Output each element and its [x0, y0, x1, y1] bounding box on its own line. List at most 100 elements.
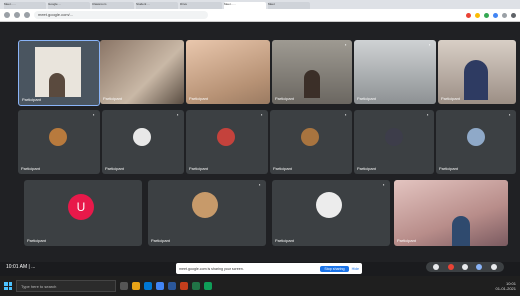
meeting-controls	[426, 262, 504, 272]
participant-name: Participant	[273, 166, 292, 171]
camera-icon[interactable]	[461, 264, 468, 270]
screen-share-banner: meet.google.com is sharing your screen. …	[176, 263, 362, 274]
mic-off-icon: ▪	[93, 112, 95, 117]
participant-name: Participant	[439, 166, 458, 171]
task-view-icon[interactable]	[120, 282, 128, 290]
participant-name: Participant	[357, 166, 376, 171]
hide-banner-button[interactable]: Hide	[352, 267, 359, 271]
clock-date: 01-01-2021	[495, 286, 516, 291]
extension-icon[interactable]	[475, 12, 480, 18]
video-feed	[186, 40, 270, 104]
taskbar-search-input[interactable]: Type here to search	[16, 280, 116, 292]
participant-name: Participant	[22, 97, 41, 102]
person-silhouette	[464, 60, 488, 100]
profile-icon[interactable]	[502, 12, 507, 18]
mic-off-icon: ▪	[345, 112, 347, 117]
participant-tile[interactable]: ▪ Participant	[272, 40, 352, 104]
reload-icon[interactable]	[24, 12, 30, 18]
video-feed	[354, 40, 436, 104]
browser-tab[interactable]: Drive	[180, 2, 222, 9]
participant-tile[interactable]: Participant	[100, 40, 184, 104]
participant-tile[interactable]: Participant	[18, 40, 100, 106]
mic-off-icon: ▪	[261, 112, 263, 117]
more-options-icon[interactable]	[490, 264, 497, 270]
participant-tile[interactable]: Participant	[394, 180, 508, 246]
mic-icon[interactable]	[433, 264, 440, 270]
participant-name: Participant	[151, 238, 170, 243]
participant-tile[interactable]: ▪ Participant	[436, 110, 516, 174]
meet-icon[interactable]	[204, 282, 212, 290]
participant-name: Participant	[27, 238, 46, 243]
edge-icon[interactable]	[144, 282, 152, 290]
avatar	[133, 128, 151, 146]
video-feed	[100, 40, 184, 104]
mic-off-icon: ▪	[259, 182, 261, 187]
avatar	[192, 192, 218, 218]
address-bar: meet.google.com/...	[0, 9, 520, 22]
url-field[interactable]: meet.google.com/...	[34, 11, 208, 19]
participant-name: Participant	[103, 96, 122, 101]
taskbar: Type here to search 10:01 01-01-2021	[0, 276, 520, 296]
mic-off-icon: ▪	[177, 112, 179, 117]
forward-icon[interactable]	[14, 12, 20, 18]
browser-tab[interactable]: Meet	[268, 2, 310, 9]
participant-tile[interactable]: Participant	[438, 40, 516, 104]
browser-tab-active[interactable]: Meet - ...	[224, 2, 266, 9]
person-silhouette	[452, 216, 470, 246]
system-clock[interactable]: 10:01 01-01-2021	[496, 281, 516, 291]
captions-icon[interactable]	[476, 264, 483, 270]
participant-name: Participant	[21, 166, 40, 171]
avatar	[385, 128, 403, 146]
participant-tile[interactable]: ▪ Participant	[18, 110, 100, 174]
back-icon[interactable]	[4, 12, 10, 18]
browser-tab-strip: Meet - ... Google ... Classroom Student …	[0, 0, 520, 9]
mic-off-icon: ▪	[429, 42, 431, 47]
avatar	[316, 192, 342, 218]
participant-tile[interactable]: ▪ Participant	[102, 110, 184, 174]
participant-tile[interactable]: ▪ Participant	[354, 40, 436, 104]
mic-off-icon: ▪	[427, 112, 429, 117]
participant-name: Participant	[189, 166, 208, 171]
stop-sharing-button[interactable]: Stop sharing	[320, 265, 349, 272]
participant-name: Participant	[441, 96, 460, 101]
extension-icon[interactable]	[493, 12, 498, 18]
extension-icon[interactable]	[484, 12, 489, 18]
participant-tile[interactable]: ▪ Participant	[270, 110, 352, 174]
mic-off-icon: ▪	[345, 42, 347, 47]
avatar	[467, 128, 485, 146]
participant-name: Participant	[275, 96, 294, 101]
end-call-icon[interactable]	[447, 264, 454, 270]
browser-tab[interactable]: Classroom	[92, 2, 134, 9]
chrome-icon[interactable]	[156, 282, 164, 290]
participant-tile[interactable]: ▪ Participant	[272, 180, 390, 246]
browser-tab[interactable]: Meet - ...	[4, 2, 46, 9]
file-explorer-icon[interactable]	[132, 282, 140, 290]
avatar: U	[68, 194, 94, 220]
banner-text: meet.google.com is sharing your screen.	[179, 266, 244, 271]
meeting-details: 10:01 AM | ...	[6, 264, 36, 270]
participant-name: Participant	[105, 166, 124, 171]
person-silhouette	[304, 70, 320, 98]
participant-name: Participant	[275, 238, 294, 243]
browser-tab[interactable]: Student ...	[136, 2, 178, 9]
participant-tile[interactable]: ▪ Participant	[186, 110, 268, 174]
participant-name: Participant	[189, 96, 208, 101]
participant-tile[interactable]: U Participant	[24, 180, 142, 246]
avatar	[301, 128, 319, 146]
participant-name: Participant	[357, 96, 376, 101]
participant-name: Participant	[397, 238, 416, 243]
avatar	[217, 128, 235, 146]
participant-tile[interactable]: Participant	[186, 40, 270, 104]
powerpoint-icon[interactable]	[180, 282, 188, 290]
participant-tile[interactable]: ▪ Participant	[354, 110, 434, 174]
video-feed	[394, 180, 508, 246]
word-icon[interactable]	[168, 282, 176, 290]
meeting-grid: Participant Participant Participant ▪ Pa…	[0, 22, 520, 270]
participant-tile[interactable]: ▪ Participant	[148, 180, 266, 246]
excel-icon[interactable]	[192, 282, 200, 290]
extension-icon[interactable]	[466, 12, 471, 18]
avatar	[49, 128, 67, 146]
browser-tab[interactable]: Google ...	[48, 2, 90, 9]
windows-start-icon[interactable]	[4, 282, 12, 290]
menu-icon[interactable]	[511, 12, 516, 18]
